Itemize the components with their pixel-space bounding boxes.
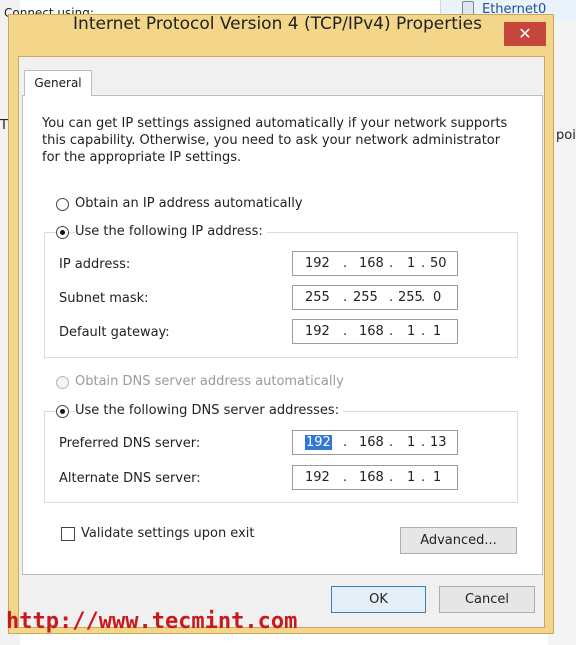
octet: 255 (398, 290, 423, 305)
octet: 255 (305, 290, 330, 305)
dialog-title: Internet Protocol Version 4 (TCP/IPv4) P… (73, 14, 482, 34)
octet-separator: . (343, 256, 348, 271)
tab-general[interactable]: General (24, 70, 92, 96)
ip-auto-radio[interactable] (56, 198, 69, 211)
octet: 0 (433, 290, 442, 305)
octet: 50 (430, 256, 447, 271)
ip-address-field[interactable]: 192 . 168 . 1 . 50 (292, 251, 458, 276)
close-icon: ✕ (518, 24, 532, 43)
ip-auto-label[interactable]: Obtain an IP address automatically (75, 196, 303, 211)
validate-checkbox[interactable] (61, 527, 75, 541)
radio-selected-dot (60, 409, 65, 414)
octet: 1 (407, 324, 416, 339)
ip-address-label: IP address: (59, 257, 131, 272)
alternate-dns-field[interactable]: 192 . 168 . 1 . 1 (292, 465, 458, 490)
octet: 255 (353, 290, 378, 305)
preferred-dns-label: Preferred DNS server: (59, 436, 201, 451)
octet-separator: . (389, 435, 394, 450)
preferred-dns-field[interactable]: 192 . 168 . 1 . 13 (292, 430, 458, 455)
octet: 168 (359, 324, 384, 339)
dns-manual-radio[interactable] (56, 405, 69, 418)
octet-separator: . (421, 290, 426, 305)
subnet-mask-label: Subnet mask: (59, 291, 149, 306)
alternate-dns-label: Alternate DNS server: (59, 471, 201, 486)
dns-manual-label[interactable]: Use the following DNS server addresses: (75, 403, 344, 418)
dns-auto-label: Obtain DNS server address automatically (75, 374, 344, 389)
octet-separator: . (421, 324, 426, 339)
octet: 1 (433, 470, 442, 485)
watermark-text: http://www.tecmint.com (6, 609, 298, 634)
octet: 1 (407, 256, 416, 271)
intro-text: You can get IP settings assigned automat… (42, 116, 508, 165)
octet: 1 (407, 470, 416, 485)
validate-label[interactable]: Validate settings upon exit (81, 526, 254, 541)
octet-separator: . (343, 290, 348, 305)
octet: 168 (359, 470, 384, 485)
subnet-mask-field[interactable]: 255 . 255 . 255 . 0 (292, 285, 458, 310)
default-gateway-field[interactable]: 192 . 168 . 1 . 1 (292, 319, 458, 344)
radio-selected-dot (60, 230, 65, 235)
selected-octet: 192 (305, 435, 332, 450)
background-left-text: T (0, 118, 8, 133)
octet: 1 (433, 324, 442, 339)
octet-separator: . (389, 256, 394, 271)
octet: 1 (407, 435, 416, 450)
ok-button[interactable]: OK (331, 586, 426, 613)
octet: 168 (359, 435, 384, 450)
octet: 168 (359, 256, 384, 271)
ip-manual-label[interactable]: Use the following IP address: (75, 224, 267, 239)
dns-auto-radio (56, 376, 69, 389)
octet-separator: . (343, 470, 348, 485)
octet-separator: . (389, 470, 394, 485)
octet: 192 (305, 324, 330, 339)
octet: 192 (305, 256, 330, 271)
octet: 192 (305, 470, 330, 485)
background-right-text: poi (556, 128, 576, 143)
ip-manual-radio[interactable] (56, 226, 69, 239)
octet-separator: . (421, 470, 426, 485)
cancel-button[interactable]: Cancel (439, 586, 535, 613)
octet-separator: . (389, 290, 394, 305)
advanced-button[interactable]: Advanced... (400, 527, 517, 554)
default-gateway-label: Default gateway: (59, 325, 170, 340)
close-button[interactable]: ✕ (504, 22, 546, 46)
octet-separator: . (421, 256, 426, 271)
octet-separator: . (421, 435, 426, 450)
octet-separator: . (343, 324, 348, 339)
octet-separator: . (389, 324, 394, 339)
octet-separator: . (343, 435, 348, 450)
octet: 13 (430, 435, 447, 450)
